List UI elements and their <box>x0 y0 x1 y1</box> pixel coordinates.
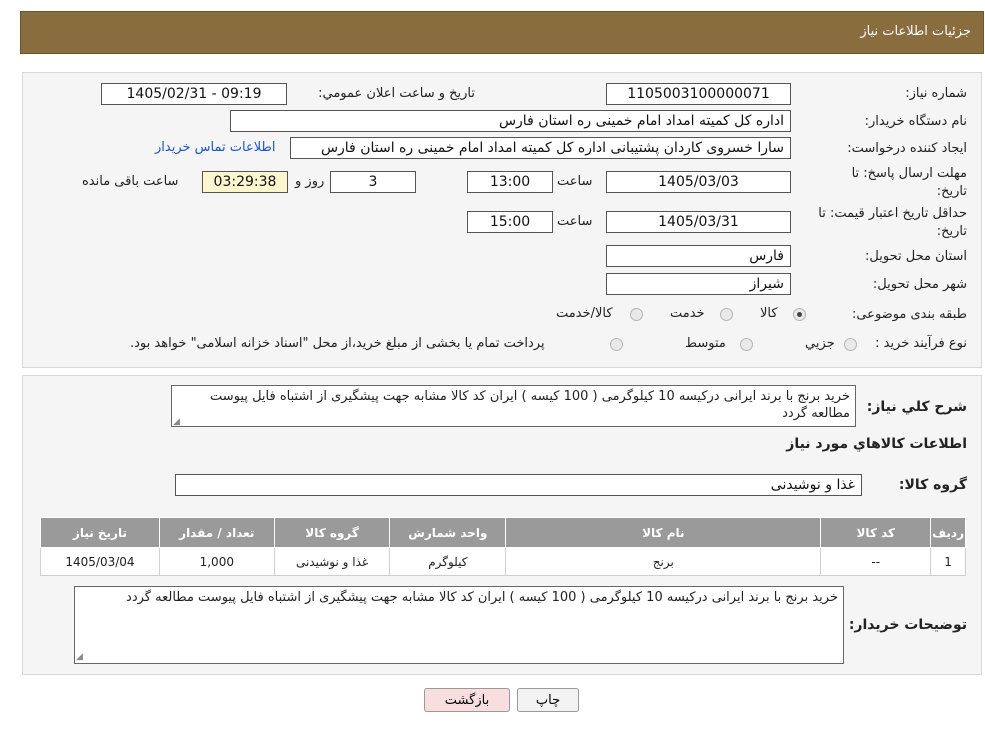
days-field: 3 <box>330 171 416 193</box>
reply-time-label: ساعت <box>557 174 593 189</box>
buyer-notes-textarea[interactable]: خرید برنج با برند ایرانی درکیسه 10 کیلوگ… <box>74 586 844 664</box>
creator-label: ایجاد کننده درخواست: <box>847 141 967 156</box>
cell-code: -- <box>820 547 932 576</box>
buyer-org-field: اداره کل کمیته امداد امام خمینی ره استان… <box>230 110 791 132</box>
cell-unit: کیلوگرم <box>389 547 507 576</box>
goods-group-field: غذا و نوشیدنی <box>175 474 862 496</box>
need-number-field: 1105003100000071 <box>606 83 791 105</box>
page-title: جزئیات اطلاعات نیاز <box>860 24 971 39</box>
creator-field: سارا خسروی کاردان پشتیبانی اداره کل کمیت… <box>290 137 791 159</box>
col-row: ردیف <box>930 517 966 548</box>
payment-note: پرداخت تمام یا بخشی از مبلغ خرید،از محل … <box>130 336 545 351</box>
category-radio-service[interactable] <box>720 308 733 321</box>
purchase-type-label: نوع فرآیند خرید : <box>875 336 967 351</box>
remaining-label: ساعت باقی مانده <box>82 174 179 189</box>
treasury-checkbox[interactable] <box>610 338 623 351</box>
province-field: فارس <box>606 245 791 267</box>
price-time-field: 15:00 <box>467 211 553 233</box>
goods-table: ردیف کد کالا نام کالا واحد شمارش گروه کا… <box>40 517 966 576</box>
price-date-field: 1405/03/31 <box>606 211 791 233</box>
price-time-label: ساعت <box>557 214 593 229</box>
category-goods-label: کالا <box>760 306 778 321</box>
city-label: شهر محل تحویل: <box>872 277 967 292</box>
reply-date-field: 1405/03/03 <box>606 171 791 193</box>
purchase-radio-medium[interactable] <box>740 338 753 351</box>
table-row: 1 -- برنج کیلوگرم غذا و نوشیدنی 1,000 14… <box>40 547 966 576</box>
reply-deadline-label: مهلت ارسال پاسخ: تا <box>851 166 967 181</box>
col-unit: واحد شمارش <box>389 517 507 548</box>
category-both-label: کالا/خدمت <box>556 306 613 321</box>
buyer-contact-link[interactable]: اطلاعات تماس خریدار <box>155 140 275 155</box>
category-label: طبقه بندی موضوعی: <box>851 307 967 322</box>
category-service-label: خدمت <box>670 306 705 321</box>
category-radio-both[interactable] <box>630 308 643 321</box>
category-radio-goods[interactable] <box>793 308 806 321</box>
col-name: نام کالا <box>505 517 822 548</box>
reply-time-field: 13:00 <box>467 171 553 193</box>
col-date: تاریخ نیاز <box>40 517 160 548</box>
cell-name: برنج <box>505 547 822 576</box>
city-field: شیراز <box>606 273 791 295</box>
goods-group-label: گروه کالا: <box>898 477 967 493</box>
col-group: گروه کالا <box>273 517 391 548</box>
reply-deadline-label-2: تاریخ: <box>936 184 967 199</box>
remaining-time-field: 03:29:38 <box>202 171 288 193</box>
days-label: روز و <box>295 174 325 189</box>
purchase-minor-label: جزیي <box>805 336 835 351</box>
col-qty: تعداد / مقدار <box>158 517 275 548</box>
print-button[interactable]: چاپ <box>517 688 579 712</box>
back-button[interactable]: بازگشت <box>424 688 510 712</box>
page-header: جزئیات اطلاعات نیاز <box>20 11 984 54</box>
announce-field: 1405/02/31 - 09:19 <box>101 83 287 105</box>
buyer-org-label: نام دستگاه خریدار: <box>864 114 967 129</box>
cell-date: 1405/03/04 <box>40 547 160 576</box>
cell-qty: 1,000 <box>158 547 275 576</box>
purchase-radio-minor[interactable] <box>844 338 857 351</box>
col-code: کد کالا <box>820 517 932 548</box>
cell-group: غذا و نوشیدنی <box>273 547 391 576</box>
description-textarea[interactable]: خرید برنج با برند ایرانی درکیسه 10 کیلوگ… <box>171 385 856 427</box>
description-label: شرح کلي نیاز: <box>866 399 967 415</box>
resize-grip-icon[interactable]: ◢ <box>76 653 84 662</box>
announce-label: تاریخ و ساعت اعلان عمومي: <box>318 86 475 101</box>
goods-section-title: اطلاعات کالاهاي مورد نیاز <box>786 436 967 452</box>
buyer-notes-label: توضیحات خریدار: <box>848 617 967 633</box>
goods-table-header: ردیف کد کالا نام کالا واحد شمارش گروه کا… <box>40 517 966 548</box>
price-validity-label-2: تاریخ: <box>936 224 967 239</box>
price-validity-label: حداقل تاریخ اعتبار قیمت: تا <box>818 206 967 221</box>
cell-row: 1 <box>930 547 966 576</box>
province-label: استان محل تحویل: <box>865 249 967 264</box>
resize-grip-icon[interactable]: ◢ <box>173 418 181 427</box>
purchase-medium-label: متوسط <box>685 336 726 351</box>
need-number-label: شماره نیاز: <box>905 86 967 101</box>
